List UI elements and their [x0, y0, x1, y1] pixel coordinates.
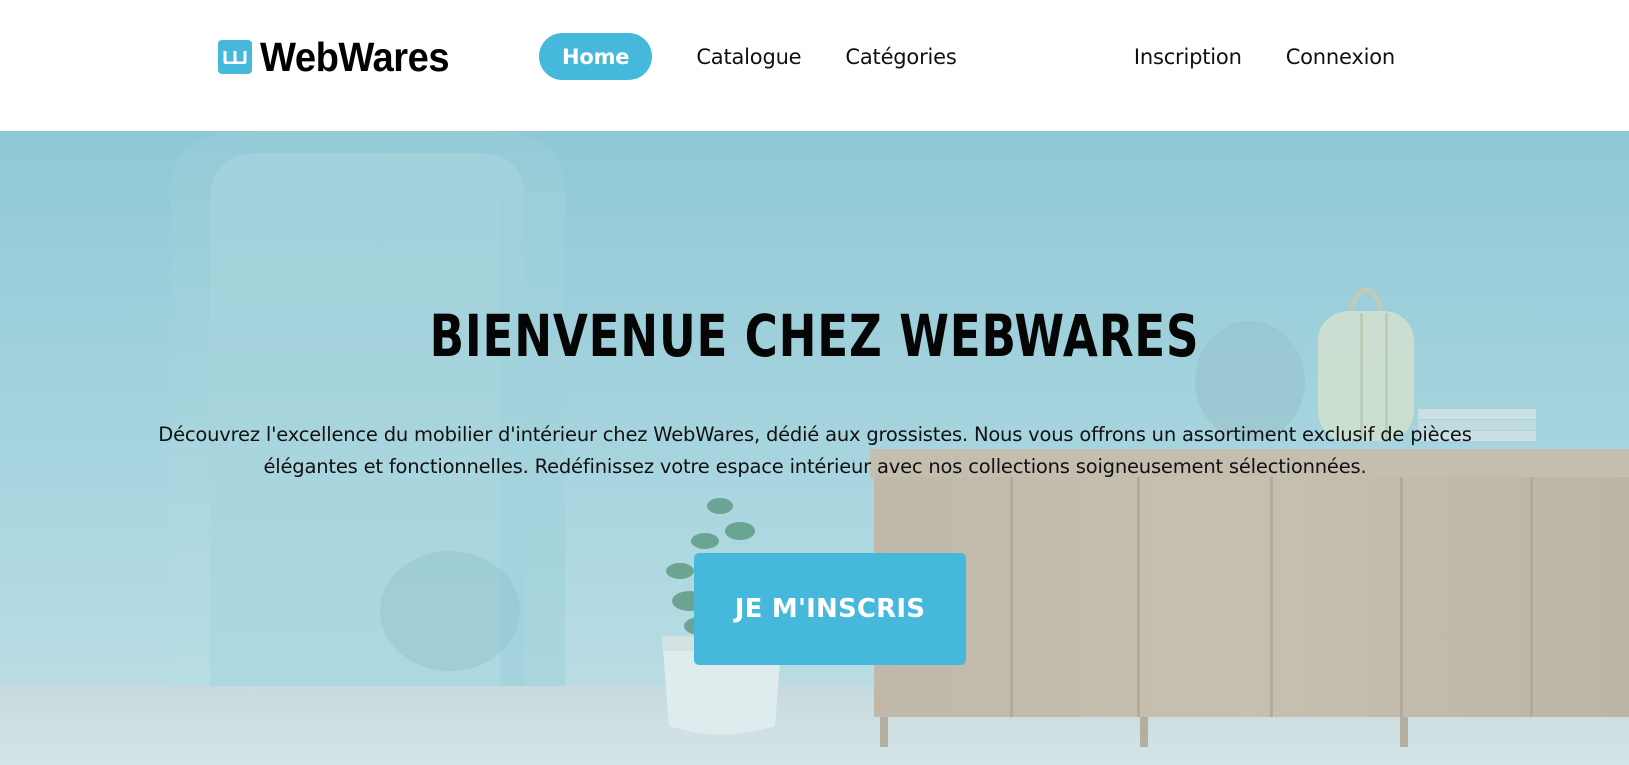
- main-nav: Home Catalogue Catégories: [539, 33, 979, 80]
- brand-logo[interactable]: WebWares: [218, 36, 463, 78]
- site-header: WebWares Home Catalogue Catégories Inscr…: [0, 0, 1629, 131]
- nav-categories-link[interactable]: Catégories: [823, 33, 978, 80]
- webwares-logo-icon: [218, 40, 252, 74]
- nav-inscription-link[interactable]: Inscription: [1112, 33, 1264, 80]
- signup-cta-button[interactable]: JE M'INSCRIS: [694, 553, 966, 665]
- hero-section: BIENVENUE CHEZ WEBWARES Découvrez l'exce…: [0, 131, 1629, 765]
- account-nav: Inscription Connexion: [1112, 33, 1417, 80]
- nav-home-link[interactable]: Home: [539, 33, 653, 80]
- hero-title: BIENVENUE CHEZ WEBWARES: [429, 302, 1200, 370]
- nav-connexion-link[interactable]: Connexion: [1264, 33, 1417, 80]
- hero-description: Découvrez l'excellence du mobilier d'int…: [158, 423, 1472, 478]
- nav-catalogue-link[interactable]: Catalogue: [674, 33, 823, 80]
- brand-name: WebWares: [260, 33, 450, 80]
